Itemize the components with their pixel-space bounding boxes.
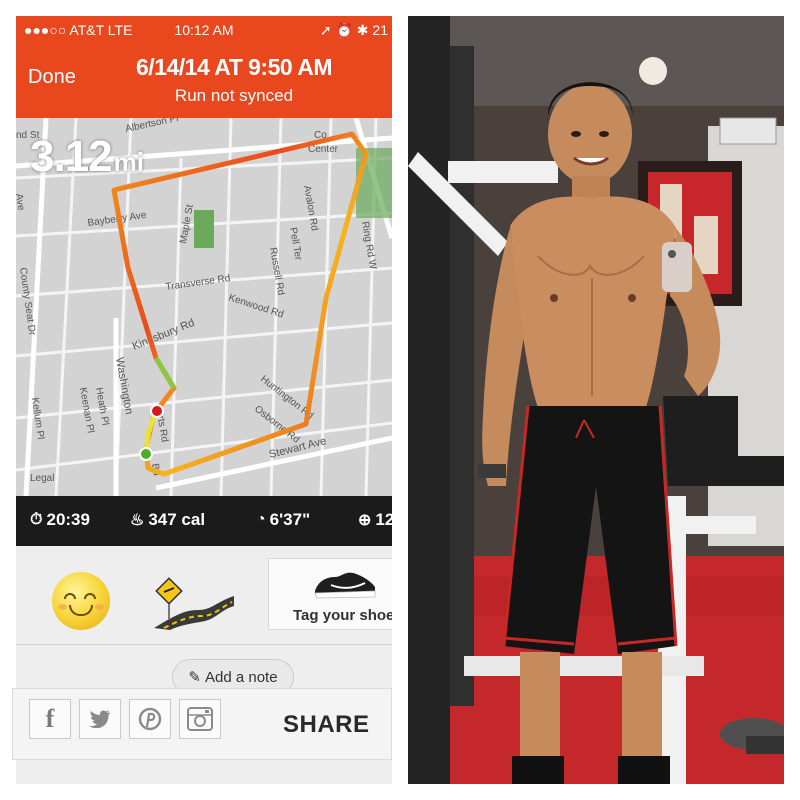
distance-value: 3.12 xyxy=(30,132,113,181)
edit-note-icon: ✎ xyxy=(188,669,201,686)
tag-shoe-label: Tag your shoe xyxy=(293,607,392,624)
plus-circle-icon: ⊕ xyxy=(358,512,372,529)
mood-smile-icon[interactable] xyxy=(52,572,110,630)
route-end-marker xyxy=(150,404,164,418)
street-label: Transverse Rd xyxy=(165,273,231,293)
elevation-stat: ⊕ 12 xyxy=(358,510,392,530)
twitter-bird-glyph xyxy=(89,710,110,728)
street-label: Ave xyxy=(16,193,26,212)
stats-bar: ⏱ 20:39 ♨ 347 cal ◔ 6'37" ⊕ 12 xyxy=(16,496,392,546)
street-label: Russell Rd xyxy=(267,247,286,297)
instagram-icon[interactable] xyxy=(179,699,221,739)
done-button[interactable]: Done xyxy=(28,66,76,89)
instagram-camera-glyph xyxy=(187,707,213,731)
phone-screenshot: ●●●○○ AT&T LTE 10:12 AM ➚ ⏰ ✱ 21 Done 6/… xyxy=(16,16,392,784)
shoe-icon xyxy=(314,572,376,599)
distance-unit: mi xyxy=(113,147,144,177)
status-icons: ➚ ⏰ ✱ 21 xyxy=(319,22,388,38)
tag-shoe-button[interactable]: Tag your shoe xyxy=(268,558,392,630)
street-label: Heath Pl xyxy=(93,387,110,427)
pinterest-icon[interactable] xyxy=(129,699,171,739)
sync-status: Run not synced xyxy=(174,86,294,105)
smile-cheek xyxy=(58,604,67,610)
calories-stat: ♨ 347 cal xyxy=(130,510,205,530)
duration-value: 20:39 xyxy=(46,510,90,529)
smile-right-eye xyxy=(84,593,96,599)
calories-value: 347 cal xyxy=(148,510,206,529)
street-label: Avalon Rd xyxy=(301,185,320,232)
add-note-label: Add a note xyxy=(205,668,278,686)
collage: ●●●○○ AT&T LTE 10:12 AM ➚ ⏰ ✱ 21 Done 6/… xyxy=(0,0,800,800)
nav-bar: Done 6/14/14 AT 9:50 AM Run not synced xyxy=(16,44,392,118)
run-tags-row: Tag your shoe xyxy=(16,546,392,644)
smile-mouth xyxy=(69,605,93,616)
distance-readout: 3.12mi xyxy=(30,132,144,182)
stopwatch-icon: ⏱ xyxy=(30,511,43,528)
route-fast-segment xyxy=(153,356,177,390)
smile-left-eye xyxy=(64,593,76,599)
pinterest-glyph xyxy=(138,707,162,731)
gym-selfie-photo xyxy=(408,16,784,784)
park-area xyxy=(194,210,214,248)
share-button[interactable]: SHARE xyxy=(283,711,370,739)
pace-gauge-icon: ◔ xyxy=(256,511,266,528)
smile-cheek xyxy=(95,604,104,610)
share-bar: f SHARE xyxy=(12,688,392,760)
flame-icon: ♨ xyxy=(130,512,145,529)
route-map[interactable]: Albertson Pl Bayberry Ave Maple St Trans… xyxy=(16,118,392,496)
twitter-icon[interactable] xyxy=(79,699,121,739)
route-start-marker xyxy=(139,447,153,461)
map-legal-link[interactable]: Legal xyxy=(30,473,54,484)
pace-stat: ◔ 6'37" xyxy=(256,510,310,530)
status-bar: ●●●○○ AT&T LTE 10:12 AM ➚ ⏰ ✱ 21 xyxy=(16,16,392,44)
terrain-road-icon[interactable] xyxy=(154,576,234,630)
gym-selfie-image xyxy=(408,16,784,784)
run-datetime-title: 6/14/14 AT 9:50 AM xyxy=(136,54,332,80)
duration-stat: ⏱ 20:39 xyxy=(30,510,90,530)
extra-value: 12 xyxy=(375,510,392,529)
street-label: Kingsbury Rd xyxy=(131,317,197,353)
street-label: Ring Rd W xyxy=(359,221,378,271)
street-label: Pell Ter xyxy=(287,227,304,262)
pace-value: 6'37" xyxy=(269,510,311,529)
facebook-icon[interactable]: f xyxy=(29,699,71,739)
park-area-east xyxy=(356,148,392,218)
